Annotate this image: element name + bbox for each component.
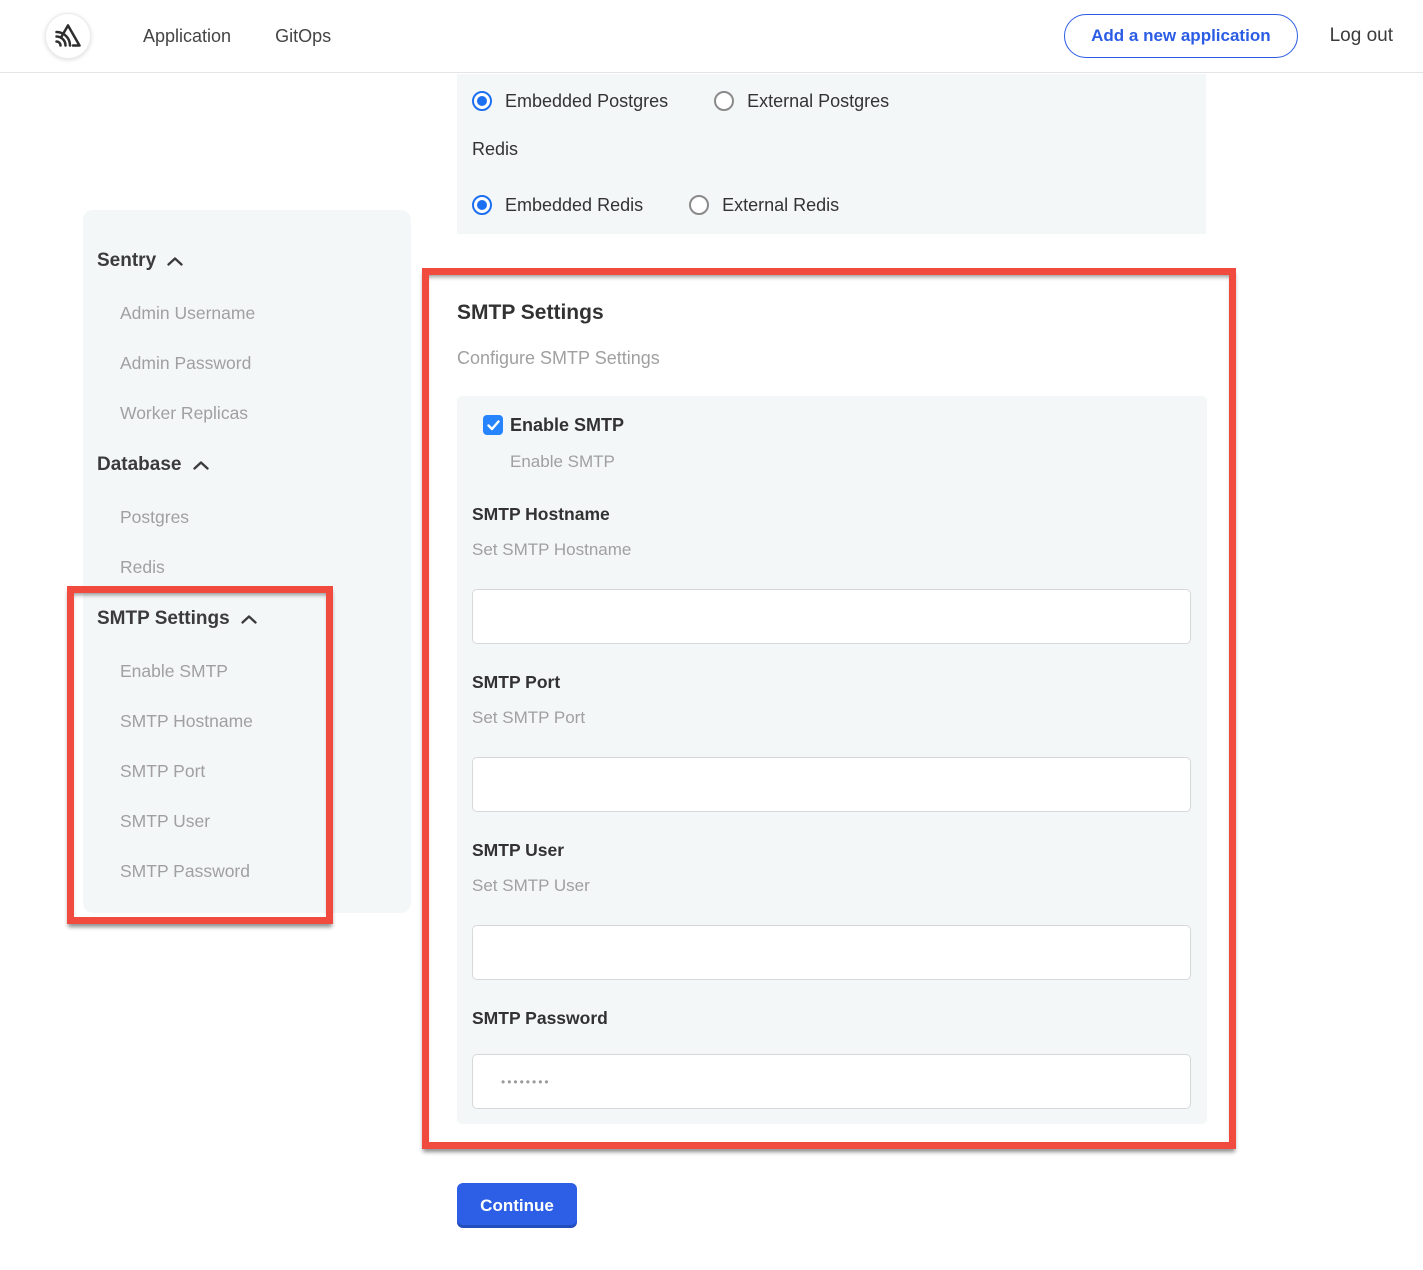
- redis-section-label: Redis: [472, 139, 1191, 160]
- smtp-port-label: SMTP Port: [472, 672, 1191, 693]
- smtp-panel-subtitle: Configure SMTP Settings: [457, 348, 1229, 369]
- sidebar-item-admin-username[interactable]: Admin Username: [83, 288, 411, 338]
- radio-label: Embedded Postgres: [505, 91, 668, 112]
- radio-external-redis[interactable]: External Redis: [689, 195, 839, 216]
- smtp-hostname-helper: Set SMTP Hostname: [472, 540, 1191, 560]
- radio-external-postgres[interactable]: External Postgres: [714, 91, 889, 112]
- app-logo[interactable]: [45, 13, 91, 59]
- smtp-port-helper: Set SMTP Port: [472, 708, 1191, 728]
- radio-unselected-icon: [714, 91, 734, 111]
- smtp-form-card: Enable SMTP Enable SMTP SMTP Hostname Se…: [457, 396, 1207, 1124]
- sidebar-item-smtp-hostname[interactable]: SMTP Hostname: [83, 696, 411, 746]
- smtp-settings-panel: SMTP Settings Configure SMTP Settings En…: [429, 275, 1229, 1142]
- sidebar-item-admin-password[interactable]: Admin Password: [83, 338, 411, 388]
- sidebar-group-smtp-settings[interactable]: SMTP Settings: [83, 592, 411, 646]
- smtp-password-label: SMTP Password: [472, 1008, 1191, 1029]
- logout-link[interactable]: Log out: [1330, 25, 1393, 47]
- nav-gitops[interactable]: GitOps: [275, 26, 331, 47]
- sidebar-group-label: Sentry: [97, 250, 156, 272]
- radio-label: Embedded Redis: [505, 195, 643, 216]
- chevron-up-icon: [167, 257, 183, 266]
- chevron-up-icon: [193, 461, 209, 470]
- enable-smtp-label[interactable]: Enable SMTP: [510, 415, 624, 436]
- sidebar-item-worker-replicas[interactable]: Worker Replicas: [83, 388, 411, 438]
- config-sidebar: Sentry Admin Username Admin Password Wor…: [83, 210, 411, 913]
- radio-embedded-redis[interactable]: Embedded Redis: [472, 195, 643, 216]
- sidebar-item-redis[interactable]: Redis: [83, 542, 411, 592]
- top-header: Application GitOps Add a new application…: [0, 0, 1423, 73]
- radio-label: External Redis: [722, 195, 839, 216]
- continue-button[interactable]: Continue: [457, 1183, 577, 1228]
- sidebar-group-sentry[interactable]: Sentry: [83, 234, 411, 288]
- sidebar-item-enable-smtp[interactable]: Enable SMTP: [83, 646, 411, 696]
- sidebar-group-label: SMTP Settings: [97, 608, 230, 630]
- chevron-up-icon: [241, 615, 257, 624]
- redis-radio-row: Embedded Redis External Redis: [472, 194, 1191, 216]
- postgres-radio-row: Embedded Postgres External Postgres: [472, 90, 1191, 112]
- sidebar-group-label: Database: [97, 454, 182, 476]
- smtp-user-label: SMTP User: [472, 840, 1191, 861]
- radio-unselected-icon: [689, 195, 709, 215]
- sidebar-group-database[interactable]: Database: [83, 438, 411, 492]
- sentry-logo-icon: [54, 23, 82, 49]
- smtp-panel-title: SMTP Settings: [457, 301, 1229, 325]
- enable-smtp-checkbox[interactable]: [483, 415, 503, 435]
- checkmark-icon: [487, 420, 500, 431]
- smtp-hostname-field: SMTP Hostname Set SMTP Hostname: [472, 504, 1191, 644]
- radio-label: External Postgres: [747, 91, 889, 112]
- radio-selected-icon: [472, 91, 492, 111]
- smtp-password-input[interactable]: [472, 1054, 1191, 1109]
- radio-embedded-postgres[interactable]: Embedded Postgres: [472, 91, 668, 112]
- smtp-port-input[interactable]: [472, 757, 1191, 812]
- sidebar-item-smtp-port[interactable]: SMTP Port: [83, 746, 411, 796]
- smtp-user-field: SMTP User Set SMTP User: [472, 840, 1191, 980]
- sidebar-item-postgres[interactable]: Postgres: [83, 492, 411, 542]
- radio-selected-icon: [472, 195, 492, 215]
- smtp-port-field: SMTP Port Set SMTP Port: [472, 672, 1191, 812]
- smtp-user-input[interactable]: [472, 925, 1191, 980]
- enable-smtp-checkbox-row: Enable SMTP: [483, 413, 1191, 437]
- sidebar-item-smtp-user[interactable]: SMTP User: [83, 796, 411, 846]
- add-new-application-button[interactable]: Add a new application: [1064, 14, 1297, 58]
- smtp-hostname-input[interactable]: [472, 589, 1191, 644]
- smtp-password-field: SMTP Password: [472, 1008, 1191, 1109]
- nav-application[interactable]: Application: [143, 26, 231, 47]
- database-config-section: Embedded Postgres External Postgres Redi…: [457, 74, 1206, 234]
- smtp-user-helper: Set SMTP User: [472, 876, 1191, 896]
- sidebar-item-smtp-password[interactable]: SMTP Password: [83, 846, 411, 896]
- smtp-hostname-label: SMTP Hostname: [472, 504, 1191, 525]
- enable-smtp-helper: Enable SMTP: [510, 452, 1191, 472]
